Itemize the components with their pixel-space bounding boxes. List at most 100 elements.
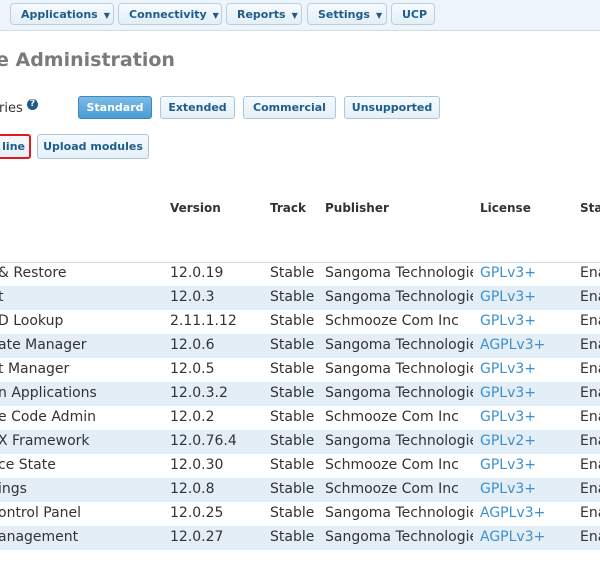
nav-reports[interactable]: Reports ▼ bbox=[226, 3, 302, 25]
table-row[interactable]: t 12.0.3 Stable Sangoma Technologie GPLv… bbox=[0, 286, 600, 310]
module-version: 12.0.8 bbox=[170, 481, 215, 497]
column-header-track[interactable]: Track bbox=[270, 201, 306, 215]
module-version: 12.0.5 bbox=[170, 361, 215, 377]
module-publisher: Sangoma Technologie bbox=[325, 337, 473, 353]
nav-ucp[interactable]: UCP bbox=[391, 3, 435, 25]
help-icon[interactable]: ? bbox=[27, 99, 38, 110]
module-status: Ena bbox=[580, 361, 600, 377]
module-name: D Lookup bbox=[0, 313, 64, 329]
table-row[interactable]: ate Manager 12.0.6 Stable Sangoma Techno… bbox=[0, 334, 600, 358]
module-track: Stable bbox=[270, 481, 315, 497]
module-status: Ena bbox=[580, 313, 600, 329]
nav-connectivity-label: Connectivity bbox=[129, 8, 207, 21]
module-license-link[interactable]: GPLv3+ bbox=[480, 409, 575, 425]
nav-settings[interactable]: Settings ▼ bbox=[307, 3, 387, 25]
table-row[interactable]: D Lookup 2.11.1.12 Stable Schmooze Com I… bbox=[0, 310, 600, 334]
table-row[interactable]: n Applications 12.0.3.2 Stable Sangoma T… bbox=[0, 382, 600, 406]
table-row[interactable]: ce State 12.0.30 Stable Schmooze Com Inc… bbox=[0, 454, 600, 478]
module-name: ate Manager bbox=[0, 337, 87, 353]
module-license-link[interactable]: GPLv3+ bbox=[480, 385, 575, 401]
module-version: 2.11.1.12 bbox=[170, 313, 237, 329]
column-header-license[interactable]: License bbox=[480, 201, 531, 215]
module-status: Ena bbox=[580, 289, 600, 305]
nav-reports-label: Reports bbox=[237, 8, 286, 21]
upload-modules-button[interactable]: Upload modules bbox=[37, 134, 149, 159]
module-license-link[interactable]: GPLv3+ bbox=[480, 265, 575, 281]
module-track: Stable bbox=[270, 361, 315, 377]
module-license-link[interactable]: AGPLv3+ bbox=[480, 505, 575, 521]
nav-connectivity[interactable]: Connectivity ▼ bbox=[118, 3, 222, 25]
table-row[interactable]: anagement 12.0.27 Stable Sangoma Technol… bbox=[0, 526, 600, 550]
module-status: Ena bbox=[580, 409, 600, 425]
module-license-link[interactable]: GPLv3+ bbox=[480, 289, 575, 305]
module-track: Stable bbox=[270, 313, 315, 329]
table-row[interactable]: e Code Admin 12.0.2 Stable Schmooze Com … bbox=[0, 406, 600, 430]
module-track: Stable bbox=[270, 457, 315, 473]
module-status: Ena bbox=[580, 457, 600, 473]
repo-extended-button[interactable]: Extended bbox=[160, 96, 235, 119]
repositories-label: ries bbox=[0, 101, 23, 116]
module-status: Ena bbox=[580, 265, 600, 281]
module-status: Ena bbox=[580, 337, 600, 353]
module-version: 12.0.19 bbox=[170, 265, 224, 281]
module-license-link[interactable]: GPLv2+ bbox=[480, 433, 575, 449]
module-version: 12.0.3.2 bbox=[170, 385, 228, 401]
module-publisher: Schmooze Com Inc bbox=[325, 457, 459, 473]
module-publisher: Sangoma Technologie bbox=[325, 505, 473, 521]
module-status: Ena bbox=[580, 385, 600, 401]
module-publisher: Sangoma Technologie bbox=[325, 361, 473, 377]
chevron-down-icon: ▼ bbox=[103, 11, 110, 20]
module-name: ontrol Panel bbox=[0, 505, 82, 521]
module-version: 12.0.25 bbox=[170, 505, 224, 521]
repo-standard-button[interactable]: Standard bbox=[78, 96, 152, 119]
module-version: 12.0.2 bbox=[170, 409, 215, 425]
nav-settings-label: Settings bbox=[318, 8, 370, 21]
column-header-publisher[interactable]: Publisher bbox=[325, 201, 389, 215]
module-name: ings bbox=[0, 481, 27, 497]
nav-ucp-label: UCP bbox=[402, 8, 428, 21]
table-row[interactable]: ings 12.0.8 Stable Schmooze Com Inc GPLv… bbox=[0, 478, 600, 502]
module-publisher: Schmooze Com Inc bbox=[325, 409, 459, 425]
repo-commercial-button[interactable]: Commercial bbox=[243, 96, 336, 119]
module-track: Stable bbox=[270, 265, 315, 281]
module-license-link[interactable]: AGPLv3+ bbox=[480, 529, 575, 545]
chevron-down-icon: ▼ bbox=[212, 11, 219, 20]
module-version: 12.0.30 bbox=[170, 457, 224, 473]
nav-applications[interactable]: Applications ▼ bbox=[10, 3, 114, 25]
column-header-version[interactable]: Version bbox=[170, 201, 221, 215]
module-license-link[interactable]: AGPLv3+ bbox=[480, 337, 575, 353]
module-track: Stable bbox=[270, 289, 315, 305]
module-license-link[interactable]: GPLv3+ bbox=[480, 313, 575, 329]
table-row[interactable]: t Manager 12.0.5 Stable Sangoma Technolo… bbox=[0, 358, 600, 382]
module-version: 12.0.76.4 bbox=[170, 433, 237, 449]
module-version: 12.0.27 bbox=[170, 529, 224, 545]
module-version: 12.0.3 bbox=[170, 289, 215, 305]
module-publisher: Schmooze Com Inc bbox=[325, 313, 459, 329]
module-name: n Applications bbox=[0, 385, 97, 401]
column-header-status[interactable]: Stat bbox=[580, 201, 600, 215]
module-name: t Manager bbox=[0, 361, 70, 377]
module-version: 12.0.6 bbox=[170, 337, 215, 353]
module-license-link[interactable]: GPLv3+ bbox=[480, 457, 575, 473]
repo-unsupported-button[interactable]: Unsupported bbox=[344, 96, 440, 119]
module-status: Ena bbox=[580, 481, 600, 497]
check-online-button[interactable]: line bbox=[0, 134, 31, 159]
table-row[interactable]: ontrol Panel 12.0.25 Stable Sangoma Tech… bbox=[0, 502, 600, 526]
module-status: Ena bbox=[580, 505, 600, 521]
module-track: Stable bbox=[270, 337, 315, 353]
table-row[interactable]: X Framework 12.0.76.4 Stable Sangoma Tec… bbox=[0, 430, 600, 454]
module-publisher: Sangoma Technologie bbox=[325, 289, 473, 305]
chevron-down-icon: ▼ bbox=[375, 11, 383, 20]
table-row[interactable]: & Restore 12.0.19 Stable Sangoma Technol… bbox=[0, 262, 600, 286]
module-name: & Restore bbox=[0, 265, 67, 281]
module-status: Ena bbox=[580, 433, 600, 449]
module-publisher: Sangoma Technologie bbox=[325, 529, 473, 545]
module-license-link[interactable]: GPLv3+ bbox=[480, 481, 575, 497]
module-name: ce State bbox=[0, 457, 56, 473]
top-nav-bar: Applications ▼ Connectivity ▼ Reports ▼ Set… bbox=[0, 0, 600, 31]
module-publisher: Sangoma Technologie bbox=[325, 265, 473, 281]
module-license-link[interactable]: GPLv3+ bbox=[480, 361, 575, 377]
module-name: t bbox=[0, 289, 4, 305]
module-publisher: Sangoma Technologie bbox=[325, 433, 473, 449]
module-publisher: Sangoma Technologie bbox=[325, 385, 473, 401]
